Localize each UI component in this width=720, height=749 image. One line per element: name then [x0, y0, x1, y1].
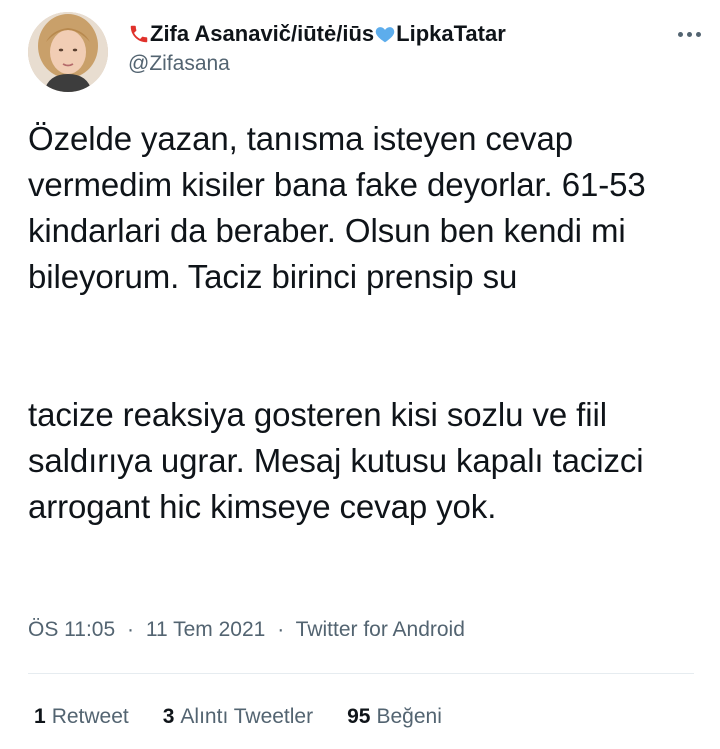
tweet-header: Zifa Asanavič/iūtė/iūs LipkaTatar @Zifas…	[28, 12, 701, 96]
author-names: Zifa Asanavič/iūtė/iūs LipkaTatar @Zifas…	[128, 20, 628, 78]
retweets-label: Retweet	[51, 705, 129, 728]
tweet-time[interactable]: ÖS 11:05	[28, 618, 115, 641]
retweets-count: 1	[34, 705, 46, 728]
author-display-name-suffix: LipkaTatar	[396, 21, 506, 46]
dot-icon	[677, 31, 683, 37]
divider	[28, 673, 694, 674]
avatar-image	[28, 12, 108, 92]
author-display-name-text: Zifa Asanavič/iūtė/iūs	[150, 21, 375, 46]
telephone-receiver-icon	[128, 23, 150, 45]
avatar[interactable]	[28, 12, 108, 92]
dot-icon	[686, 31, 692, 37]
dot-icon	[695, 31, 701, 37]
tweet-text: Özelde yazan, tanısma isteyen cevap verm…	[28, 116, 698, 530]
meta-separator: ·	[277, 618, 285, 641]
tweet-date[interactable]: 11 Tem 2021	[146, 618, 265, 641]
tweet-source[interactable]: Twitter for Android	[296, 618, 465, 641]
author-display-name[interactable]: Zifa Asanavič/iūtė/iūs LipkaTatar	[128, 20, 628, 48]
quotes-count: 3	[162, 705, 175, 728]
tweet-card: Zifa Asanavič/iūtė/iūs LipkaTatar @Zifas…	[0, 0, 720, 749]
meta-separator: ·	[127, 618, 135, 641]
blue-heart-icon	[374, 23, 396, 45]
likes-stat[interactable]: 95 Beğeni	[347, 703, 442, 731]
tweet-paragraph-2: tacize reaksiya gosteren kisi sozlu ve f…	[28, 396, 644, 525]
quotes-label: Alıntı Tweetler	[180, 705, 314, 728]
retweets-stat[interactable]: 1 Retweet	[34, 703, 129, 731]
tweet-stats: 1 Retweet 3 Alıntı Tweetler 95 Beğeni	[34, 703, 476, 731]
tweet-meta: ÖS 11:05 · 11 Tem 2021 · Twitter for And…	[28, 616, 465, 644]
likes-label: Beğeni	[376, 705, 442, 728]
quotes-stat[interactable]: 3 Alıntı Tweetler	[163, 703, 313, 731]
tweet-paragraph-1: Özelde yazan, tanısma isteyen cevap verm…	[28, 120, 646, 295]
likes-count: 95	[347, 705, 371, 728]
author-handle[interactable]: @Zifasana	[128, 50, 628, 78]
more-options-icon[interactable]	[672, 22, 706, 46]
